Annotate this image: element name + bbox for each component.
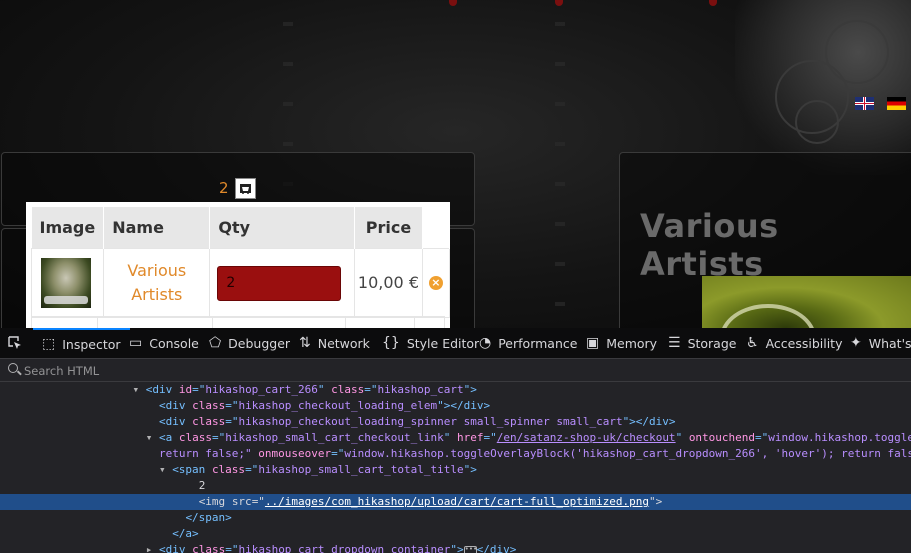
- tree-node[interactable]: <div class="hikashop_checkout_loading_sp…: [0, 414, 911, 430]
- column-header-price: Price: [354, 207, 423, 249]
- storage-icon: ☰: [668, 335, 681, 351]
- column-header-qty: Qty: [209, 207, 356, 249]
- decor-rivets: [555, 0, 565, 328]
- column-header-name: Name: [103, 207, 211, 249]
- tree-node[interactable]: return false;" onmouseover="window.hikas…: [0, 446, 911, 462]
- search-icon: [8, 363, 18, 373]
- product-thumbnail[interactable]: [41, 258, 91, 308]
- remove-item-icon[interactable]: ×: [428, 276, 443, 290]
- performance-icon: ◔: [479, 335, 492, 351]
- tab-style-editor[interactable]: {} Style Editor: [382, 328, 479, 358]
- tab-console[interactable]: ▭ Console: [129, 328, 199, 358]
- table-row: [31, 316, 445, 328]
- tab-accessibility[interactable]: ♿ Accessibility: [746, 328, 842, 358]
- header-artwork: [735, 0, 911, 175]
- artist-heading: Various Artists: [640, 207, 779, 283]
- cart-item-image-cell: [30, 248, 105, 318]
- column-header-image: Image: [31, 207, 105, 249]
- website-viewport: 2 Various Artists Image Name Qty Price V…: [0, 0, 911, 328]
- cart-item-remove-cell: ×: [421, 248, 450, 318]
- tree-node[interactable]: ▾ <a class="hikashop_small_cart_checkout…: [0, 430, 911, 446]
- decor-mark: [449, 0, 457, 6]
- cart-count[interactable]: 2: [219, 179, 229, 197]
- whats-new-icon: ✦: [850, 335, 862, 351]
- network-icon: ⇅: [299, 335, 311, 351]
- markup-tree: ▾ <div id="hikashop_cart_266" class="hik…: [0, 381, 911, 553]
- devtools-panel: ⬚ Inspector ▭ Console ⬠ Debugger ⇅ Network {…: [0, 328, 911, 553]
- quantity-input[interactable]: 2: [217, 265, 342, 301]
- tree-node[interactable]: <div class="hikashop_checkout_loading_el…: [0, 398, 911, 414]
- tree-node[interactable]: ▸ <div class="hikashop_cart_dropdown_con…: [0, 542, 911, 553]
- html-search-bar: [0, 359, 911, 382]
- tab-whats-new[interactable]: ✦ What's: [850, 328, 911, 358]
- cart-icon[interactable]: [235, 178, 256, 199]
- tree-node[interactable]: ▾ <span class="hikashop_small_cart_total…: [0, 462, 911, 478]
- cart-table: Image Name Qty Price Various Artists 2 1…: [30, 207, 450, 318]
- flag-german-icon[interactable]: [887, 97, 906, 110]
- tree-node[interactable]: 2: [0, 478, 911, 494]
- tree-node[interactable]: </span>: [0, 510, 911, 526]
- console-icon: ▭: [129, 335, 143, 351]
- debugger-icon: ⬠: [209, 335, 222, 351]
- tree-node-selected[interactable]: <img src="../images/com_hikashop/upload/…: [0, 494, 911, 510]
- tree-node[interactable]: ▾ <div id="hikashop_cart_266" class="hik…: [0, 382, 911, 398]
- product-name-link[interactable]: Various Artists: [105, 259, 208, 307]
- column-header-remove: [422, 207, 450, 249]
- decor-mark: [709, 0, 717, 6]
- product-price: 10,00 €: [357, 273, 419, 292]
- style-editor-icon: {}: [382, 335, 400, 351]
- tab-debugger[interactable]: ⬠ Debugger: [209, 328, 290, 358]
- cart-item-qty-cell: 2: [209, 248, 356, 318]
- cart-item-price-cell: 10,00 €: [354, 248, 423, 318]
- collapsed-content-icon[interactable]: •••: [463, 545, 477, 553]
- tab-performance[interactable]: ◔ Performance: [479, 328, 577, 358]
- accessibility-icon: ♿: [746, 335, 759, 351]
- inspector-icon: ⬚: [42, 336, 56, 352]
- search-html-input[interactable]: [22, 362, 326, 380]
- table-row: Various Artists 2 10,00 € ×: [30, 248, 450, 318]
- element-picker-icon[interactable]: [8, 336, 22, 350]
- tab-memory[interactable]: ▣ Memory: [586, 328, 657, 358]
- devtools-toolbar: ⬚ Inspector ▭ Console ⬠ Debugger ⇅ Network {…: [0, 328, 911, 359]
- memory-icon: ▣: [586, 335, 600, 351]
- flag-english-icon[interactable]: [855, 97, 874, 110]
- tab-storage[interactable]: ☰ Storage: [668, 328, 736, 358]
- cart-item-name-cell: Various Artists: [103, 248, 211, 318]
- tree-node[interactable]: </a>: [0, 526, 911, 542]
- tab-network[interactable]: ⇅ Network: [299, 328, 370, 358]
- album-cover-image[interactable]: [702, 276, 911, 328]
- tab-inspector[interactable]: ⬚ Inspector: [33, 328, 130, 358]
- cart-dropdown: Image Name Qty Price Various Artists 2 1…: [26, 202, 450, 328]
